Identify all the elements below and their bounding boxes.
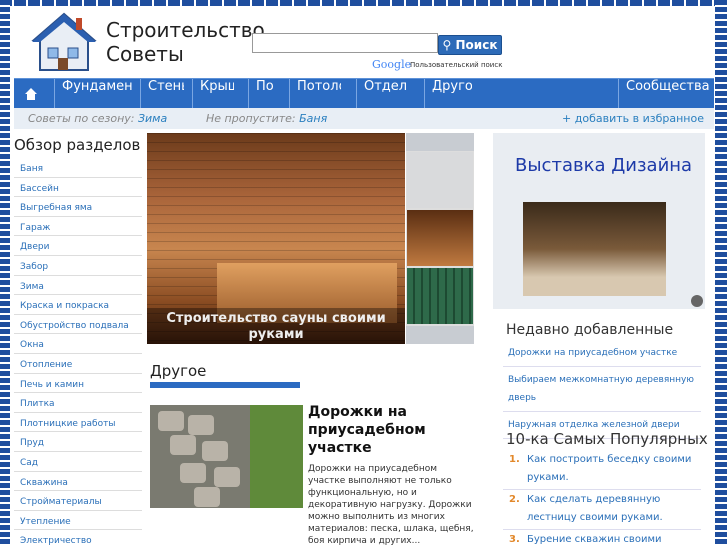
sidebar-item[interactable]: Окна [14, 334, 142, 354]
popular-title: 10-ка Самых Популярных [506, 430, 708, 448]
ad-banner[interactable]: Выставка Дизайна [493, 133, 705, 309]
site-title[interactable]: Строительство Советы [106, 18, 265, 66]
nav-item-floor[interactable]: Пол [248, 79, 274, 109]
sidebar-title: Обзор разделов [14, 136, 141, 154]
paver [202, 441, 228, 461]
nav-item-other[interactable]: Другое [424, 79, 472, 109]
popular-item-number: 2. [509, 494, 520, 505]
ad-title[interactable]: Выставка Дизайна [515, 155, 692, 176]
home-icon[interactable] [24, 87, 38, 101]
popular-item[interactable]: 2. Как сделать деревянную лестницу своими… [503, 490, 701, 530]
season-link[interactable]: Зима [138, 112, 167, 125]
article-title[interactable]: Дорожки на приусадебном участке [308, 403, 468, 457]
search-input[interactable] [252, 33, 438, 53]
paver [170, 435, 196, 455]
popular-item-number: 1. [509, 454, 520, 465]
recent-item[interactable]: Выбираем межкомнатную деревянную дверь [503, 367, 701, 412]
sidebar-item[interactable]: Стройматериалы [14, 491, 142, 511]
nav-item-finishing[interactable]: Отделка [356, 79, 408, 109]
paver [194, 487, 220, 507]
paver [158, 411, 184, 431]
brick-border-right [715, 0, 727, 545]
sidebar-item[interactable]: Сад [14, 452, 142, 472]
recent-list: Дорожки на приусадебном участке Выбираем … [503, 340, 701, 439]
thumbnail-2[interactable] [407, 210, 473, 266]
thumb-down-arrow-icon[interactable] [406, 326, 474, 344]
dont-miss: Не пропустите: Баня [206, 112, 328, 125]
sidebar-list: Баня Бассейн Выгребная яма Гараж Двери Забор З… [14, 158, 142, 545]
nav-item-roof[interactable]: Крыша [192, 79, 234, 109]
add-favorite-link[interactable]: + добавить в избранное [562, 112, 704, 125]
header: Строительство Советы ⚲ Поиск Google Поль… [14, 6, 714, 78]
site-title-line2: Советы [106, 42, 184, 66]
google-logo: Google [372, 58, 412, 71]
sidebar-item[interactable]: Зима [14, 276, 142, 296]
season-tip: Советы по сезону: Зима [28, 112, 168, 125]
popular-item-label[interactable]: Бурение скважин своими [527, 534, 661, 545]
search-button-label: Поиск [455, 38, 498, 52]
dont-miss-link[interactable]: Баня [299, 112, 327, 125]
sidebar-item[interactable]: Электричество [14, 530, 142, 545]
page: Строительство Советы ⚲ Поиск Google Поль… [0, 0, 727, 545]
sidebar-item[interactable]: Забор [14, 256, 142, 276]
sub-bar: Советы по сезону: Зима Не пропустите: Ба… [14, 108, 714, 129]
slide-caption[interactable]: Строительство сауны своими руками [147, 308, 405, 344]
thumb-up-arrow-icon[interactable] [406, 133, 474, 151]
popular-item[interactable]: 1. Как построить беседку своими руками. [503, 450, 701, 490]
search-icon: ⚲ [442, 38, 452, 52]
nav-item-communities[interactable]: Сообщества [618, 79, 714, 109]
grass [250, 405, 303, 508]
recent-title: Недавно добавленные [506, 322, 674, 338]
popular-item-number: 3. [509, 534, 520, 545]
paver [188, 415, 214, 435]
sidebar-item[interactable]: Краска и покраска [14, 295, 142, 315]
search-button[interactable]: ⚲ Поиск [438, 35, 502, 55]
sidebar-item[interactable]: Плитка [14, 393, 142, 413]
sidebar-item[interactable]: Двери [14, 236, 142, 256]
popular-list: 1. Как построить беседку своими руками. 2.… [503, 450, 701, 545]
site-title-line1: Строительство [106, 18, 265, 42]
search-note: Пользовательский поиск [410, 61, 503, 69]
popular-item-label[interactable]: Как сделать деревянную лестницу своими р… [527, 494, 663, 523]
sidebar-item[interactable]: Обустройство подвала [14, 315, 142, 335]
paver [180, 463, 206, 483]
section-title: Другое [150, 362, 207, 380]
slider-thumbnails [406, 133, 474, 344]
sidebar-item[interactable]: Баня [14, 158, 142, 178]
sidebar-item[interactable]: Отопление [14, 354, 142, 374]
sidebar-item[interactable]: Скважина [14, 472, 142, 492]
brick-border-left [0, 0, 10, 545]
ad-info-icon[interactable] [691, 295, 703, 307]
main-nav: Фундамент Стены Крыша Пол Потолок Отделк… [14, 78, 714, 109]
paver [214, 467, 240, 487]
sidebar-item[interactable]: Выгребная яма [14, 197, 142, 217]
article-image[interactable] [150, 405, 303, 508]
nav-item-ceiling[interactable]: Потолок [289, 79, 341, 109]
section-underline [150, 382, 300, 388]
house-logo-icon[interactable] [28, 10, 100, 76]
sidebar-item[interactable]: Плотницкие работы [14, 413, 142, 433]
featured-slider[interactable]: Строительство сауны своими руками [147, 133, 405, 344]
nav-item-foundation[interactable]: Фундамент [54, 79, 132, 109]
sidebar-item[interactable]: Бассейн [14, 178, 142, 198]
popular-item[interactable]: 3. Бурение скважин своими [503, 530, 701, 545]
nav-item-walls[interactable]: Стены [140, 79, 184, 109]
recent-item[interactable]: Дорожки на приусадебном участке [503, 340, 701, 367]
sidebar-item[interactable]: Печь и камин [14, 374, 142, 394]
popular-item-label[interactable]: Как построить беседку своими руками. [527, 454, 691, 483]
ad-photo[interactable] [523, 202, 666, 296]
thumbnail-3[interactable] [407, 268, 473, 324]
article-text: Дорожки на приусадебном участке выполняю… [308, 464, 474, 545]
sidebar-item[interactable]: Утепление [14, 511, 142, 531]
thumbnail-1[interactable] [407, 152, 473, 208]
sidebar-item[interactable]: Пруд [14, 432, 142, 452]
sidebar-item[interactable]: Гараж [14, 217, 142, 237]
